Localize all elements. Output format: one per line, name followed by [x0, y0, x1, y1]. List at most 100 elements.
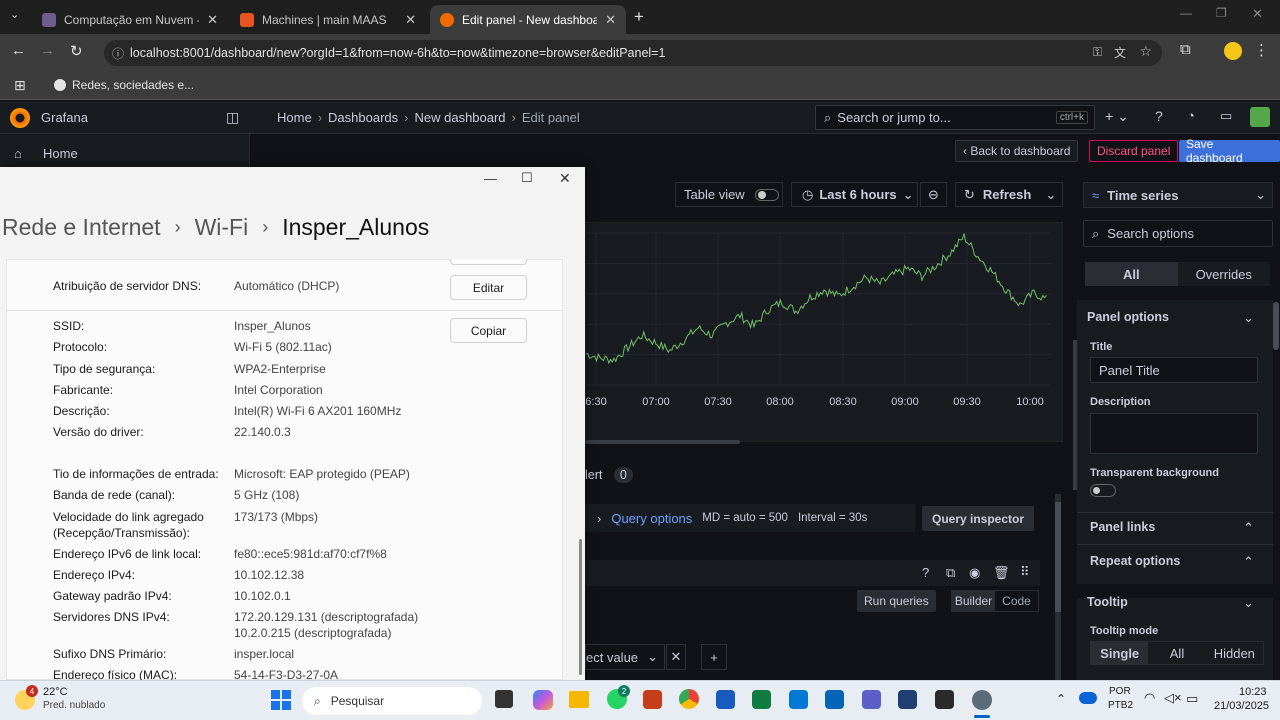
task-view-icon[interactable] [495, 690, 513, 708]
word-icon[interactable] [716, 690, 735, 709]
back-to-dashboard-button[interactable]: ‹ Back to dashboard [955, 140, 1079, 162]
apps-grid-icon[interactable]: ⊞ [14, 77, 26, 94]
forward-arrow-icon[interactable]: → [40, 42, 55, 59]
bookmark-star-icon[interactable]: ☆ [1139, 43, 1152, 60]
tooltip-single[interactable]: Single [1091, 642, 1149, 664]
toggle-switch[interactable] [754, 188, 779, 201]
query-inspector-button[interactable]: Query inspector [922, 506, 1035, 531]
close-button[interactable]: ✕ [559, 170, 571, 187]
clock-date[interactable]: 21/03/2025 [1214, 700, 1269, 712]
run-queries-button[interactable]: Run queries [857, 590, 936, 612]
terminal-icon[interactable] [935, 690, 954, 709]
tooltip-header[interactable]: Tooltip [1087, 595, 1128, 609]
zoom-out-button[interactable]: ⊖ [920, 182, 947, 207]
breadcrumb-wifi[interactable]: Wi-Fi [195, 214, 249, 241]
query-scrollbar[interactable] [1055, 494, 1061, 680]
tooltip-all[interactable]: All [1148, 642, 1205, 664]
pane-splitter[interactable] [1073, 340, 1077, 490]
powerpoint-icon[interactable] [643, 690, 662, 709]
table-view-toggle[interactable]: Table view [675, 182, 783, 207]
chevron-up-icon[interactable]: ⌃ [1243, 520, 1254, 536]
save-dashboard-button[interactable]: Save dashboard [1179, 137, 1280, 165]
browser-tab[interactable]: Machines | main MAAS ✕ [230, 5, 426, 34]
repeat-options-header[interactable]: Repeat options [1090, 554, 1180, 568]
back-arrow-icon[interactable]: ← [11, 42, 26, 59]
news-rss-icon[interactable]: ◔ [1187, 108, 1195, 123]
site-info-icon[interactable]: ⓘ [112, 45, 124, 62]
breadcrumb-network[interactable]: Rede e Internet [2, 214, 161, 241]
breadcrumb-home[interactable]: Home [277, 110, 312, 125]
refresh-button[interactable]: ↻ Refresh ⌄ [955, 182, 1063, 207]
alert-tab[interactable]: lert 0 [585, 467, 633, 483]
dock-menu-icon[interactable]: ◫ [226, 109, 239, 126]
settings-gear-icon[interactable] [972, 690, 992, 710]
tab-overrides[interactable]: Overrides [1178, 262, 1271, 286]
reload-icon[interactable]: ↻ [70, 42, 83, 60]
clock-time[interactable]: 10:23 [1239, 686, 1267, 698]
battery-icon[interactable]: ▭ [1186, 691, 1198, 707]
tab-close-icon[interactable]: ✕ [605, 12, 616, 28]
bookmark-link[interactable]: Redes, sociedades e... [72, 78, 194, 92]
edit-dns-button[interactable]: Editar [450, 275, 527, 300]
file-explorer-icon[interactable] [569, 691, 589, 708]
tab-close-icon[interactable]: ✕ [405, 12, 416, 28]
options-scrollbar[interactable] [1273, 302, 1279, 350]
maximize-button[interactable]: ☐ [521, 170, 533, 186]
breadcrumb-new-dashboard[interactable]: New dashboard [414, 110, 505, 125]
grafana-search-input[interactable]: ⌕ Search or jump to... ctrl+k [815, 105, 1095, 130]
builder-code-toggle[interactable]: Builder Code [951, 590, 1039, 612]
code-tab[interactable]: Code [995, 591, 1038, 611]
start-button[interactable] [271, 690, 291, 710]
horizontal-scrollbar[interactable] [585, 440, 740, 444]
panel-options-header[interactable]: Panel options [1087, 310, 1169, 324]
browser-tab[interactable]: Computação em Nuvem - Com ✕ [32, 5, 228, 34]
visualization-picker[interactable]: ≈ Time series ⌄ [1083, 182, 1273, 208]
new-tab-button[interactable]: + [634, 7, 644, 27]
keyboard-layout[interactable]: PTB2 [1108, 700, 1133, 711]
duplicate-icon[interactable]: ⧉ [946, 565, 955, 581]
time-range-picker[interactable]: ◷ Last 6 hours ⌄ [791, 182, 918, 207]
vscode-icon[interactable] [789, 690, 808, 709]
outlook-icon[interactable] [825, 690, 844, 709]
taskbar-search[interactable]: ⌕ Pesquisar [302, 687, 482, 715]
trash-icon[interactable]: 🗑 [993, 565, 1010, 581]
copilot-icon[interactable] [533, 690, 553, 710]
kiosk-monitor-icon[interactable]: ▭ [1220, 108, 1232, 124]
excel-icon[interactable] [752, 690, 771, 709]
translate-icon[interactable]: 文 [1114, 44, 1126, 61]
drag-handle-icon[interactable]: ⠿ [1020, 564, 1030, 580]
description-textarea[interactable] [1090, 413, 1258, 454]
chevron-up-icon[interactable]: ⌃ [1056, 692, 1066, 706]
transparent-toggle[interactable] [1090, 484, 1116, 497]
chevron-down-icon[interactable]: ⌄ [1243, 310, 1254, 326]
panel-links-header[interactable]: Panel links [1090, 520, 1155, 534]
browser-tab-active[interactable]: Edit panel - New dashboard - D ✕ [430, 5, 626, 34]
value-select[interactable]: ect value ⌄ [585, 644, 665, 670]
maximize-button[interactable]: ❐ [1216, 6, 1227, 20]
menu-kebab-icon[interactable]: ⋮ [1254, 41, 1269, 59]
onedrive-icon[interactable] [1079, 692, 1097, 704]
password-key-icon[interactable]: ⚿ [1093, 45, 1102, 60]
chevron-up-icon[interactable]: ⌃ [1243, 554, 1254, 570]
tab-all[interactable]: All [1085, 262, 1178, 286]
minimize-button[interactable]: — [484, 171, 497, 186]
profile-avatar[interactable] [1224, 42, 1242, 60]
chrome-icon[interactable] [679, 689, 699, 709]
eye-icon[interactable]: ◉ [969, 565, 980, 581]
remove-filter-button[interactable]: ✕ [666, 644, 686, 670]
settings-scrollbar[interactable] [579, 539, 582, 675]
title-input[interactable]: Panel Title [1090, 357, 1258, 383]
builder-tab[interactable]: Builder [952, 591, 995, 611]
breadcrumb-dashboards[interactable]: Dashboards [328, 110, 398, 125]
discard-panel-button[interactable]: Discard panel [1089, 140, 1179, 162]
add-filter-button[interactable]: + [701, 644, 727, 670]
language-indicator[interactable]: POR [1109, 686, 1131, 697]
tab-search-icon[interactable]: ⌄ [10, 8, 19, 21]
chevron-down-icon[interactable]: ⌄ [1243, 595, 1254, 611]
grafana-logo-icon[interactable] [10, 108, 30, 128]
query-options-link[interactable]: Query options [611, 511, 692, 526]
add-menu-icon[interactable]: + ⌄ [1105, 108, 1129, 125]
wifi-icon[interactable]: ◠ [1144, 690, 1155, 706]
remote-app-icon[interactable] [898, 690, 917, 709]
sidebar-item-home[interactable]: Home [43, 146, 78, 161]
